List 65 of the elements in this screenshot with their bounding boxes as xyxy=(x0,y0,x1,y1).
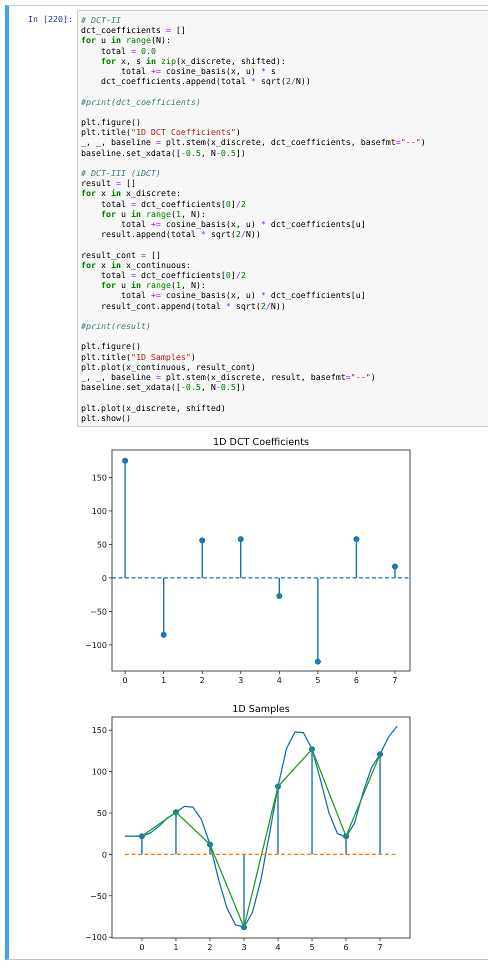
tick-label: −100 xyxy=(85,640,107,650)
tick-label: 3 xyxy=(238,676,244,686)
tick-label: 4 xyxy=(275,943,281,952)
code-line: plt.show() xyxy=(81,412,131,424)
code-line: total = dct_coefficients[0]/2 xyxy=(100,198,246,209)
tick-label: 50 xyxy=(96,540,107,550)
code-line: # DCT-II xyxy=(81,15,121,26)
tick-label: 7 xyxy=(392,676,398,686)
code-line: baseline.set_xdata([-0.5, N-0.5]) xyxy=(81,148,246,158)
tick-label: 0 xyxy=(139,943,144,952)
tick-label: 7 xyxy=(378,943,383,952)
tick-label: 100 xyxy=(92,506,107,516)
code-line: plt.title("1D DCT Coefficients") xyxy=(81,127,241,138)
tick-label: 5 xyxy=(315,676,320,686)
tick-label: 100 xyxy=(92,768,107,777)
code-line: for u in range(1, N): xyxy=(100,208,206,220)
tick-label: 2 xyxy=(200,676,205,686)
code-line: #print(result) xyxy=(81,321,151,332)
tick-label: 0 xyxy=(122,676,128,686)
tick-label: 150 xyxy=(92,473,107,482)
code-line: dct_coefficients = [] xyxy=(81,25,186,36)
code-line: for u in range(1, N): xyxy=(100,280,206,290)
tick-label: 6 xyxy=(344,943,349,952)
tick-label: −50 xyxy=(90,892,107,901)
code-line: total = 0.0 xyxy=(100,46,156,56)
code-line: _, _, baseline = plt.stem(x_discrete, dct_coefficients, basefmt="--") xyxy=(81,137,426,148)
code-line: # DCT-III (iDCT) xyxy=(81,168,161,178)
tick-label: 3 xyxy=(241,943,247,952)
code-line: total += cosine_basis(x, u) * dct_coefficients[u] xyxy=(120,290,366,301)
code-line: for x in x_continuous: xyxy=(81,260,191,270)
code-line: result_cont = [] xyxy=(81,250,161,260)
code-line: baseline.set_xdata([-0.5, N-0.5]) xyxy=(81,382,246,392)
code-line: plt.figure() xyxy=(81,117,141,128)
code-line: plt.title("1D Samples") xyxy=(81,352,196,362)
code-line: total += cosine_basis(x, u) * dct_coefficients[u] xyxy=(120,219,366,230)
tick-label: 0 xyxy=(102,850,107,860)
tick-label: 5 xyxy=(309,943,315,952)
tick-label: 0 xyxy=(102,574,107,583)
tick-label: 50 xyxy=(96,809,107,818)
code-line: plt.plot(x_discrete, shifted) xyxy=(81,402,226,413)
code-line: dct_coefficients.append(total * sqrt(2/N)) xyxy=(100,76,311,86)
code-line: result.append(total * sqrt(2/N)) xyxy=(100,229,261,240)
tick-label: 150 xyxy=(92,726,107,736)
code-line: result_cont.append(total * sqrt(2/N)) xyxy=(100,300,286,311)
code-line: plt.plot(x_continuous, result_cont) xyxy=(81,362,256,372)
code-line: plt.figure() xyxy=(81,341,141,352)
tick-label: −50 xyxy=(90,607,107,616)
code-line: total += cosine_basis(x, u) * s xyxy=(120,66,276,76)
code-line: result = [] xyxy=(81,178,136,188)
tick-label: 2 xyxy=(207,943,213,952)
code-line: total = dct_coefficients[0]/2 xyxy=(100,270,246,280)
tick-label: 1 xyxy=(173,943,178,952)
tick-label: 4 xyxy=(276,676,282,686)
input-prompt: In [220]: xyxy=(27,13,74,24)
code-line: #print(dct_coefficients) xyxy=(81,96,201,107)
tick-label: −100 xyxy=(85,933,107,942)
chart-title: 1D Samples xyxy=(232,704,290,716)
code-line: for x in x_discrete: xyxy=(81,188,181,199)
tick-label: 6 xyxy=(354,676,359,686)
code-cell[interactable] xyxy=(77,10,488,428)
chart-title: 1D DCT Coefficients xyxy=(213,437,309,448)
code-line: _, _, baseline = plt.stem(x_discrete, result, basefmt="--") xyxy=(81,372,376,382)
code-line: for x, s in zip(x_discrete, shifted): xyxy=(100,56,286,66)
code-line: for u in range(N): xyxy=(81,35,171,46)
tick-label: 1 xyxy=(161,676,166,686)
